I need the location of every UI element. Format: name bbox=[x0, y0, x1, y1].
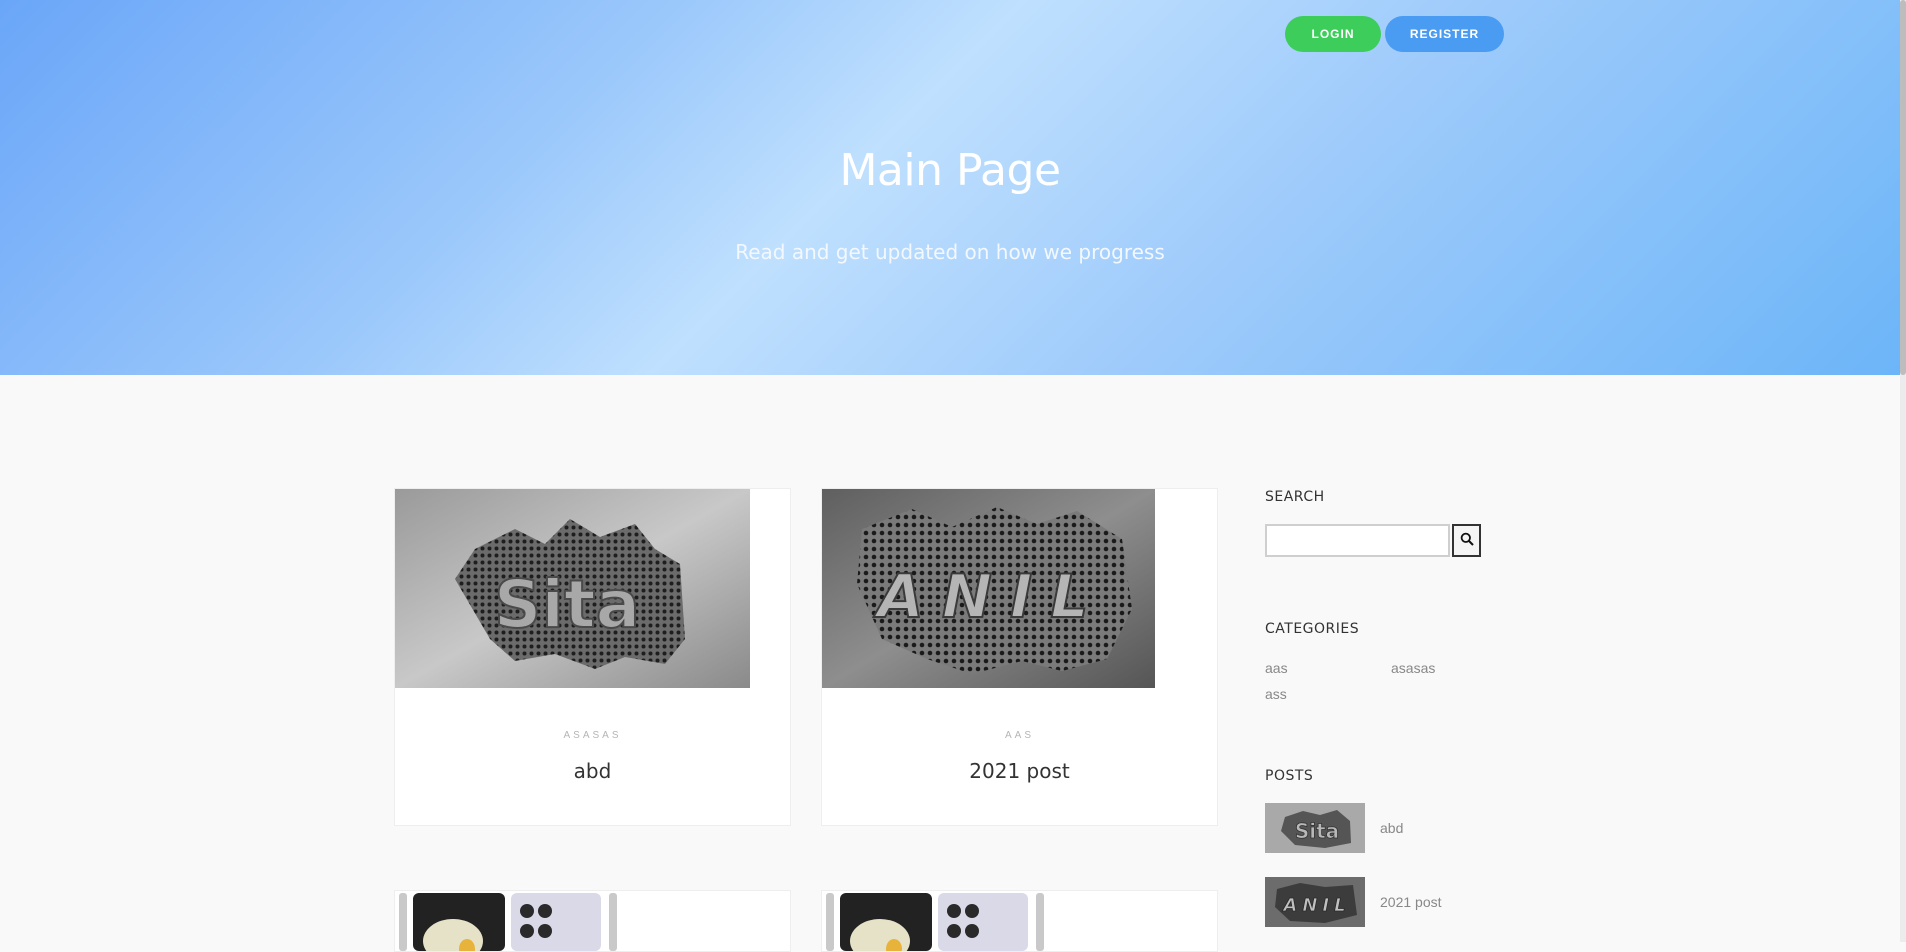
svg-text:ANIL: ANIL bbox=[873, 562, 1106, 632]
page-subtitle: Read and get updated on how we progress bbox=[735, 240, 1165, 264]
scrollbar-thumb[interactable] bbox=[1900, 0, 1906, 375]
post-card[interactable]: ANIL AAS 2021 post bbox=[821, 488, 1218, 826]
category-link[interactable]: aas bbox=[1265, 660, 1288, 676]
recent-post-thumbnail[interactable]: ANIL bbox=[1265, 877, 1365, 927]
posts-widget-title: POSTS bbox=[1265, 768, 1314, 784]
search-input[interactable] bbox=[1265, 524, 1450, 557]
search-button[interactable] bbox=[1452, 524, 1481, 557]
register-button[interactable]: REGISTER bbox=[1385, 16, 1504, 52]
post-card[interactable] bbox=[821, 890, 1218, 952]
post-card-category[interactable]: ASASAS bbox=[395, 730, 790, 741]
search-widget-title: SEARCH bbox=[1265, 489, 1325, 505]
post-card-title[interactable]: 2021 post bbox=[822, 759, 1217, 783]
search-icon bbox=[1460, 532, 1474, 549]
category-link[interactable]: ass bbox=[1265, 686, 1287, 702]
post-card-image[interactable]: Sita bbox=[395, 489, 750, 688]
login-button[interactable]: LOGIN bbox=[1285, 16, 1381, 52]
svg-text:ANIL: ANIL bbox=[1281, 895, 1350, 916]
recent-post-link[interactable]: 2021 post bbox=[1380, 894, 1442, 910]
svg-text:Sita: Sita bbox=[1295, 819, 1339, 843]
post-card-image[interactable] bbox=[822, 891, 1050, 951]
page-title: Main Page bbox=[839, 145, 1061, 196]
recent-post-link[interactable]: abd bbox=[1380, 820, 1403, 836]
hero-banner: LOGIN REGISTER Main Page Read and get up… bbox=[0, 0, 1900, 375]
post-card-category[interactable]: AAS bbox=[822, 730, 1217, 741]
post-card-image[interactable]: ANIL bbox=[822, 489, 1155, 688]
recent-post-thumbnail[interactable]: Sita bbox=[1265, 803, 1365, 853]
post-card[interactable] bbox=[394, 890, 791, 952]
category-link[interactable]: asasas bbox=[1391, 660, 1435, 676]
post-card-image[interactable] bbox=[395, 891, 623, 951]
categories-widget-title: CATEGORIES bbox=[1265, 621, 1360, 637]
post-card-title[interactable]: abd bbox=[395, 759, 790, 783]
post-card[interactable]: Sita ASASAS abd bbox=[394, 488, 791, 826]
svg-text:Sita: Sita bbox=[494, 566, 640, 643]
scrollbar[interactable] bbox=[1900, 0, 1906, 942]
